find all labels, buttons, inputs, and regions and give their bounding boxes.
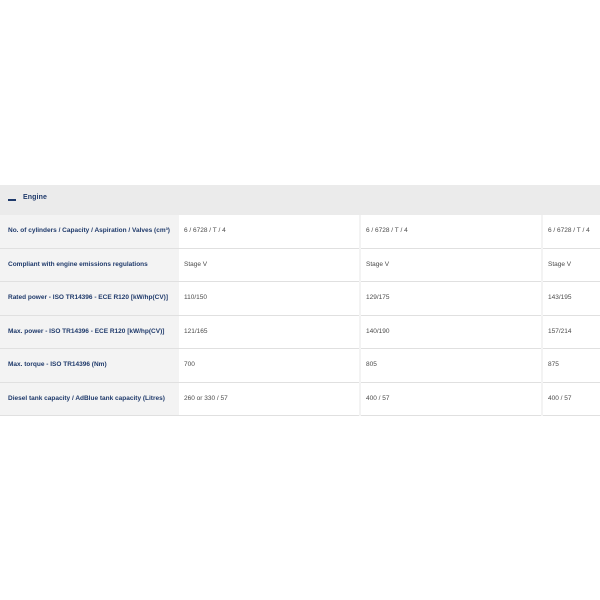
value-cell: 129/175: [361, 282, 541, 316]
row-label: Compliant with engine emissions regulati…: [8, 260, 148, 268]
row-label-cell: Compliant with engine emissions regulati…: [0, 248, 179, 282]
value-cell: 6 / 6728 / T / 4: [543, 215, 600, 249]
value-text: Stage V: [184, 260, 208, 268]
value-cell: 700: [179, 349, 359, 383]
value-text: 400 / 57: [366, 394, 390, 402]
minus-icon[interactable]: [8, 199, 16, 201]
value-text: 110/150: [184, 294, 208, 301]
row-label-cell: Max. power - ISO TR14396 - ECE R120 [kW/…: [0, 315, 179, 349]
row-label: Max. torque - ISO TR14396 (Nm): [8, 361, 107, 368]
value-cell: 875: [543, 349, 600, 383]
value-cell: 400 / 57: [361, 382, 541, 416]
row-label-cell: Diesel tank capacity / AdBlue tank capac…: [0, 382, 179, 416]
value-cell: 140/190: [361, 315, 541, 349]
row-label: No. of cylinders / Capacity / Aspiration…: [8, 227, 170, 234]
table-row: Rated power - ISO TR14396 - ECE R120 [kW…: [0, 282, 600, 316]
value-cell: Stage V: [361, 248, 541, 282]
table-row: No. of cylinders / Capacity / Aspiration…: [0, 215, 600, 249]
table-row: Max. torque - ISO TR14396 (Nm) 700 805 8…: [0, 349, 600, 383]
value-text: 700: [184, 361, 195, 368]
value-text: 260 or 330 / 57: [184, 394, 228, 402]
value-text: 6 / 6728 / T / 4: [366, 227, 408, 234]
table-row: Max. power - ISO TR14396 - ECE R120 [kW/…: [0, 315, 600, 349]
value-cell: 400 / 57: [543, 382, 600, 416]
value-cell: Stage V: [179, 248, 359, 282]
section-title: Engine: [23, 194, 47, 201]
table-row: Diesel tank capacity / AdBlue tank capac…: [0, 382, 600, 416]
engine-section-header[interactable]: Engine: [0, 185, 600, 215]
value-cell: 6 / 6728 / T / 4: [179, 215, 359, 249]
value-cell: 6 / 6728 / T / 4: [361, 215, 541, 249]
value-cell: 260 or 330 / 57: [179, 382, 359, 416]
value-text: 400 / 57: [548, 394, 572, 402]
value-text: 129/175: [366, 294, 390, 301]
value-text: 121/165: [184, 327, 208, 335]
value-cell: 143/195: [543, 282, 600, 316]
value-cell: 157/214: [543, 315, 600, 349]
value-text: 875: [548, 361, 559, 368]
value-cell: Stage V: [543, 248, 600, 282]
row-label-cell: No. of cylinders / Capacity / Aspiration…: [0, 215, 179, 249]
value-text: 157/214: [548, 327, 572, 335]
row-label: Rated power - ISO TR14396 - ECE R120 [kW…: [8, 294, 169, 301]
value-cell: 805: [361, 349, 541, 383]
spec-page: Engine No. of cylinders / Capacity / Asp…: [0, 0, 600, 600]
value-text: 140/190: [366, 327, 390, 335]
row-label-cell: Max. torque - ISO TR14396 (Nm): [0, 349, 179, 383]
value-text: 6 / 6728 / T / 4: [548, 227, 590, 234]
value-text: 143/195: [548, 294, 572, 301]
value-text: Stage V: [366, 260, 390, 268]
value-cell: 121/165: [179, 315, 359, 349]
value-text: Stage V: [548, 260, 572, 268]
value-text: 805: [366, 361, 377, 368]
spec-table: No. of cylinders / Capacity / Aspiration…: [0, 215, 600, 416]
row-label: Max. power - ISO TR14396 - ECE R120 [kW/…: [8, 327, 165, 335]
value-text: 6 / 6728 / T / 4: [184, 227, 226, 234]
table-row: Compliant with engine emissions regulati…: [0, 248, 600, 282]
row-label: Diesel tank capacity / AdBlue tank capac…: [8, 394, 165, 402]
row-label-cell: Rated power - ISO TR14396 - ECE R120 [kW…: [0, 282, 179, 316]
value-cell: 110/150: [179, 282, 359, 316]
